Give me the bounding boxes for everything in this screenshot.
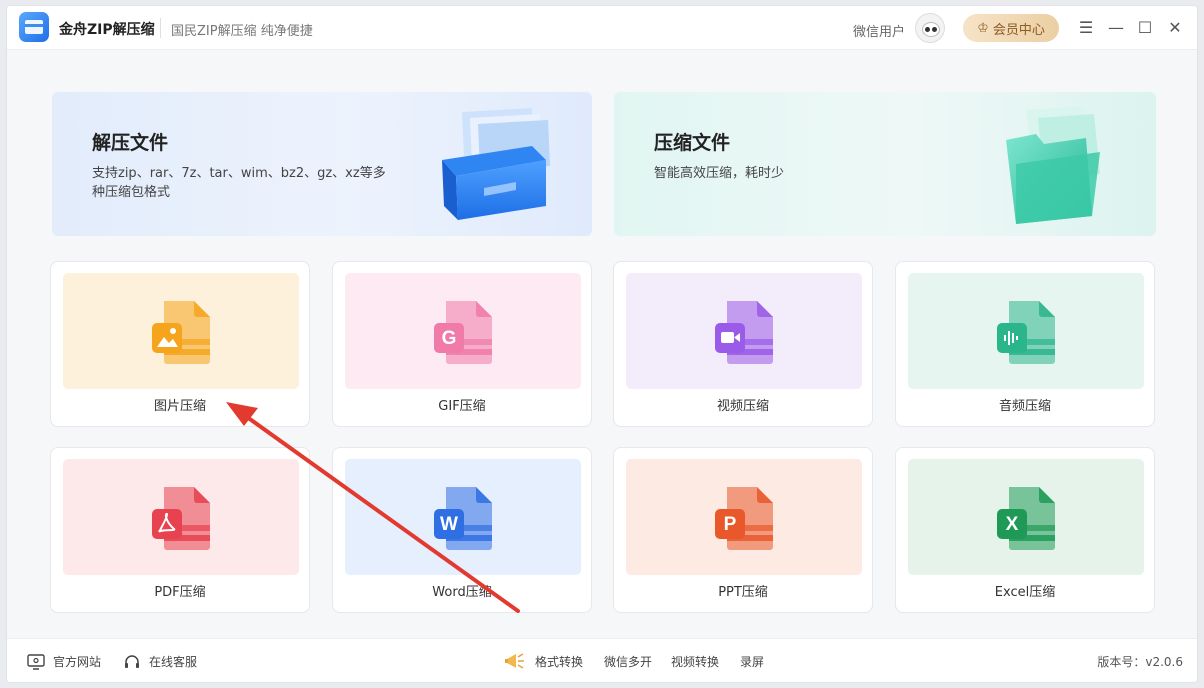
tool-card-label: 图片压缩 [153, 399, 206, 414]
video-file-icon [715, 301, 773, 364]
folder-icon [1006, 106, 1100, 224]
official-website-link[interactable]: 官方网站 [27, 653, 101, 670]
menu-button[interactable]: ☰ [1075, 16, 1097, 38]
tool-card-audio[interactable]: 音频压缩 [895, 261, 1155, 427]
footer-link-screen-record[interactable]: 录屏 [740, 653, 764, 670]
tool-card-ppt[interactable]: P PPT压缩 [613, 447, 873, 613]
image-file-icon [152, 301, 210, 364]
svg-text:X: X [1006, 514, 1019, 535]
member-center-label: 会员中心 [992, 22, 1045, 38]
monitor-icon [27, 653, 45, 670]
svg-text:G: G [442, 328, 457, 349]
online-support-label: 在线客服 [149, 655, 198, 669]
app-window: 金舟ZIP解压缩 国民ZIP解压缩 纯净便捷 微信用户 ♔ 会员中心 ☰ — ☐… [6, 5, 1198, 683]
crown-icon: ♔ [977, 20, 989, 36]
tool-card-label: 音频压缩 [998, 399, 1051, 414]
tool-thumb [63, 459, 299, 575]
tool-card-image[interactable]: 图片压缩 [50, 261, 310, 427]
tool-card-label: 视频压缩 [716, 399, 769, 414]
svg-text:W: W [440, 514, 458, 535]
compress-title: 压缩文件 [654, 132, 731, 154]
minimize-button[interactable]: — [1105, 16, 1127, 38]
word-file-icon: W [434, 487, 492, 550]
official-website-label: 官方网站 [53, 655, 102, 669]
app-name: 金舟ZIP解压缩 [59, 22, 155, 38]
extract-files-banner[interactable]: 解压文件 支持zip、rar、7z、tar、wim、bz2、gz、xz等多种压缩… [52, 92, 592, 236]
close-button[interactable]: ✕ [1164, 16, 1186, 38]
tool-card-label: PPT压缩 [718, 585, 768, 600]
tool-card-label: Excel压缩 [994, 585, 1056, 600]
compress-description: 智能高效压缩，耗时少 [654, 166, 785, 181]
title-separator [160, 18, 161, 38]
tool-card-word[interactable]: W Word压缩 [332, 447, 592, 613]
megaphone-icon [505, 653, 524, 669]
excel-file-icon: X [997, 487, 1055, 550]
tool-card-label: GIF压缩 [438, 399, 486, 414]
footer-bar: 官方网站 在线客服 格式转换 微信多开 视频转换 录屏 版本号：v2.0.6 [7, 638, 1197, 682]
app-slogan: 国民ZIP解压缩 纯净便捷 [171, 24, 313, 39]
tool-thumb: W [345, 459, 581, 575]
audio-file-icon [997, 301, 1055, 364]
headset-icon [125, 654, 139, 668]
user-name[interactable]: 微信用户 [853, 21, 905, 40]
file-drawer-icon [442, 108, 550, 220]
tool-thumb: X [908, 459, 1144, 575]
maximize-button[interactable]: ☐ [1134, 16, 1156, 38]
title-bar: 金舟ZIP解压缩 国民ZIP解压缩 纯净便捷 微信用户 ♔ 会员中心 ☰ — ☐… [7, 6, 1197, 50]
tool-card-video[interactable]: 视频压缩 [613, 261, 873, 427]
pdf-file-icon [152, 487, 210, 550]
tool-thumb: G [345, 273, 581, 389]
gif-file-icon: G [434, 301, 492, 364]
tool-card-gif[interactable]: G GIF压缩 [332, 261, 592, 427]
compress-files-banner[interactable]: 压缩文件 智能高效压缩，耗时少 [614, 92, 1156, 236]
tool-card-excel[interactable]: X Excel压缩 [895, 447, 1155, 613]
footer-link-wechat-multi[interactable]: 微信多开 [604, 653, 652, 670]
tool-card-pdf[interactable]: PDF压缩 [50, 447, 310, 613]
tool-thumb [63, 273, 299, 389]
version-text: 版本号：v2.0.6 [1097, 655, 1183, 669]
tool-thumb [908, 273, 1144, 389]
extract-description: 支持zip、rar、7z、tar、wim、bz2、gz、xz等多种压缩包格式 [92, 166, 386, 200]
member-center-button[interactable]: ♔ 会员中心 [963, 14, 1059, 42]
tool-thumb: P [626, 459, 862, 575]
tool-card-label: Word压缩 [432, 585, 492, 600]
svg-text:P: P [724, 514, 737, 535]
footer-link-format-convert[interactable]: 格式转换 [535, 653, 583, 670]
online-support-link[interactable]: 在线客服 [123, 653, 197, 670]
footer-link-video-convert[interactable]: 视频转换 [671, 653, 719, 670]
tool-card-label: PDF压缩 [154, 585, 206, 600]
app-logo-icon [19, 12, 49, 42]
ppt-file-icon: P [715, 487, 773, 550]
tool-thumb [626, 273, 862, 389]
extract-title: 解压文件 [92, 132, 169, 154]
avatar[interactable] [915, 13, 945, 43]
